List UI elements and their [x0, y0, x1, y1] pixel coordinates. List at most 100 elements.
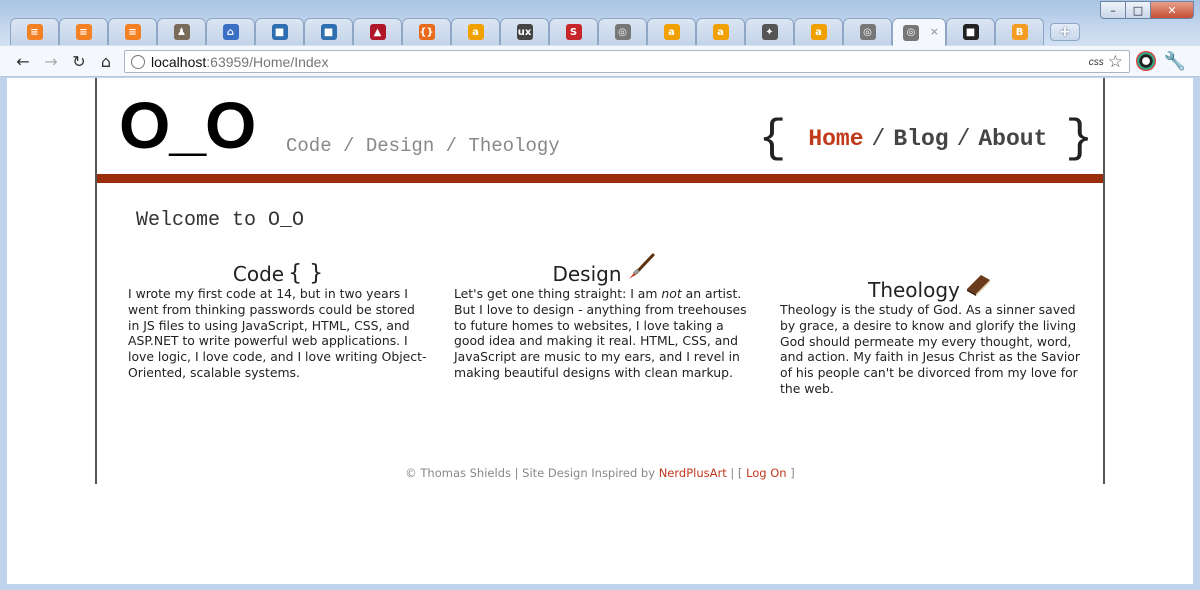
design-column: Design Let's get one thing straight: I a…	[454, 253, 754, 381]
tab-strip: ≡ ≡ ≡ ♟ ⌂ ■ ■ ▲{} a ux S ◎ a a ✦ a ◎ ◎ × ■ B +	[10, 18, 1080, 46]
gamepad-icon: ✦	[761, 24, 778, 40]
window-bottom-frame	[0, 584, 1200, 590]
browser-tab[interactable]: B	[995, 18, 1044, 45]
browser-tab[interactable]: ≡	[108, 18, 157, 45]
globe-icon: ◎	[859, 24, 876, 40]
site-container: O_O Code / Design / Theology { Home / Bl…	[95, 78, 1105, 484]
url-host: localhost	[151, 53, 207, 70]
browser-toolbar: ← → ↻ ⌂ localhost:63959/Home/Index css ☆…	[0, 46, 1200, 77]
amazon-icon: a	[712, 24, 729, 40]
wrench-menu-icon[interactable]: 🔧	[1164, 50, 1186, 72]
nav-separator: /	[871, 126, 886, 152]
globe-icon: ◎	[903, 24, 919, 41]
stackoverflow-icon: ≡	[124, 24, 141, 40]
footer-copyright: © Thomas Shields | Site Design Inspired …	[405, 466, 659, 480]
header-divider	[97, 174, 1103, 183]
nav-close-brace: }	[1065, 113, 1093, 165]
footer-bracket: ]	[786, 466, 795, 480]
braces-icon: {}	[418, 24, 435, 40]
minimize-button[interactable]: –	[1100, 1, 1126, 19]
home-icon[interactable]: ⌂	[95, 50, 117, 72]
nerdplusart-link[interactable]: NerdPlusArt	[659, 466, 727, 480]
blogger-icon: B	[1011, 24, 1028, 40]
site-footer: © Thomas Shields | Site Design Inspired …	[97, 466, 1103, 480]
square-app-icon: ■	[271, 24, 288, 40]
browser-tab[interactable]: ♟	[157, 18, 206, 45]
new-tab-button[interactable]: +	[1050, 23, 1080, 41]
browser-tab[interactable]: a	[794, 18, 843, 45]
main-navigation: { Home / Blog / About }	[759, 116, 1093, 162]
browser-tab[interactable]: a	[696, 18, 745, 45]
bible-icon	[964, 271, 992, 302]
browser-tab[interactable]: {}	[402, 18, 451, 45]
site-tagline: Code / Design / Theology	[286, 135, 560, 157]
welcome-heading: Welcome to O_O	[136, 209, 305, 232]
browser-tab[interactable]: ≡	[59, 18, 108, 45]
forward-arrow-icon[interactable]: →	[40, 50, 62, 72]
nav-links: Home / Blog / About	[808, 126, 1047, 152]
browser-tab[interactable]: ■	[255, 18, 304, 45]
amazon-icon: a	[467, 24, 484, 40]
ux-icon: ux	[516, 24, 533, 40]
stackoverflow-icon: ≡	[75, 24, 92, 40]
design-heading: Design	[454, 253, 754, 286]
log-on-link[interactable]: Log On	[746, 466, 787, 480]
design-text-emphasis: not	[661, 286, 682, 301]
code-title: Code	[232, 262, 285, 286]
paintbrush-icon	[626, 253, 656, 286]
design-title: Design	[552, 262, 622, 286]
back-arrow-icon[interactable]: ←	[12, 50, 34, 72]
browser-tab[interactable]: ux	[500, 18, 549, 45]
bird-icon: ▲	[369, 24, 386, 40]
code-column: Code { } I wrote my first code at 14, bu…	[128, 258, 428, 381]
browser-tab[interactable]: ▲	[353, 18, 402, 45]
browser-tab[interactable]: S	[549, 18, 598, 45]
amazon-icon: a	[810, 24, 827, 40]
browser-tab-active[interactable]: ◎ ×	[892, 18, 946, 46]
nav-separator: /	[956, 126, 971, 152]
site-logo[interactable]: O_O	[119, 92, 256, 158]
window-controls: – □ ✕	[1100, 1, 1194, 19]
home-icon: ⌂	[222, 24, 239, 40]
browser-tab[interactable]: ⌂	[206, 18, 255, 45]
page-globe-icon	[131, 54, 145, 69]
close-tab-icon[interactable]: ×	[930, 25, 939, 38]
bookmark-star-icon[interactable]: ☆	[1108, 52, 1123, 72]
theology-description: Theology is the study of God. As a sinne…	[780, 302, 1080, 396]
s-icon: S	[565, 24, 582, 40]
browser-tab[interactable]: a	[647, 18, 696, 45]
user-avatar-icon: ♟	[173, 24, 190, 40]
browser-tab[interactable]: ✦	[745, 18, 794, 45]
nav-blog-link[interactable]: Blog	[893, 126, 948, 152]
maximize-button[interactable]: □	[1125, 1, 1151, 19]
browser-tab[interactable]: ■	[946, 18, 995, 45]
browser-tab[interactable]: ◎	[598, 18, 647, 45]
omnibox-actions: css ☆	[1089, 52, 1123, 72]
close-window-button[interactable]: ✕	[1150, 1, 1194, 19]
globe-icon: ◎	[614, 24, 631, 40]
address-bar[interactable]: localhost:63959/Home/Index css ☆	[124, 50, 1130, 73]
code-heading: Code { }	[128, 258, 428, 287]
reload-icon[interactable]: ↻	[68, 50, 90, 72]
design-description: Let's get one thing straight: I am not a…	[454, 286, 754, 381]
theology-title: Theology	[868, 278, 960, 302]
stackoverflow-icon: ≡	[26, 24, 43, 40]
nav-about-link[interactable]: About	[978, 126, 1047, 152]
title-bar: – □ ✕ ≡ ≡ ≡ ♟ ⌂ ■ ■ ▲{} a ux S ◎ a a ✦ a ◎ ◎ × ■ B +	[0, 0, 1200, 46]
browser-tab[interactable]: a	[451, 18, 500, 45]
browser-tab[interactable]: ≡	[10, 18, 59, 45]
braces-icon: { }	[288, 261, 324, 286]
square-app-icon: ■	[320, 24, 337, 40]
browser-tab[interactable]: ◎	[843, 18, 892, 45]
footer-separator: | [	[726, 466, 747, 480]
browser-tab[interactable]: ■	[304, 18, 353, 45]
css-extension-label[interactable]: css	[1089, 57, 1104, 68]
color-picker-extension-icon[interactable]	[1136, 51, 1156, 71]
theology-column: Theology Theology is the study of God. A…	[780, 274, 1080, 397]
nav-home-link[interactable]: Home	[808, 126, 863, 152]
page-viewport: O_O Code / Design / Theology { Home / Bl…	[7, 78, 1193, 584]
nav-open-brace: {	[758, 113, 787, 165]
theology-heading: Theology	[780, 274, 1080, 302]
code-description: I wrote my first code at 14, but in two …	[128, 286, 427, 380]
design-text-start: Let's get one thing straight: I am	[454, 286, 662, 301]
